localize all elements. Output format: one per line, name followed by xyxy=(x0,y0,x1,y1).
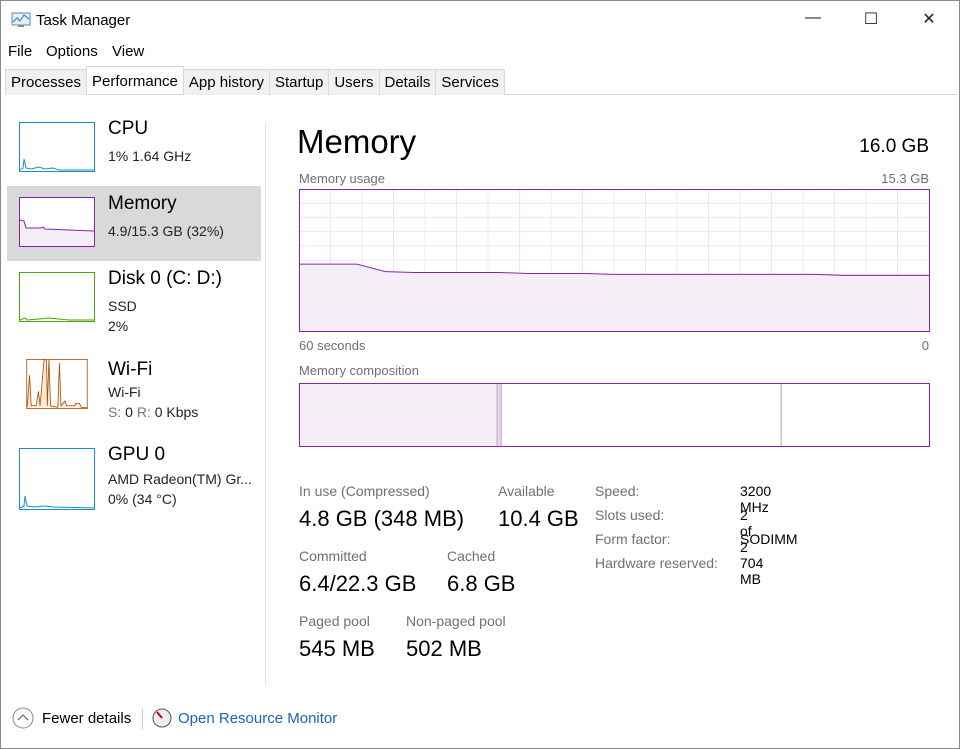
tab-startup[interactable]: Startup xyxy=(268,69,330,95)
gpu-thumbnail-graph xyxy=(19,448,95,510)
sidebar-gpu-name: GPU 0 xyxy=(108,444,166,465)
sidebar-gpu-model: AMD Radeon(TM) Gr... xyxy=(108,471,252,487)
spec-row-slots: Slots used: 2 of 2 xyxy=(595,507,752,555)
usage-chart-label: Memory usage xyxy=(299,171,385,186)
receive-label: R: xyxy=(136,404,151,420)
tab-app-history[interactable]: App history xyxy=(182,69,270,95)
tab-performance[interactable]: Performance xyxy=(86,66,184,94)
sidebar-gpu-usage: 0% (34 °C) xyxy=(108,491,177,507)
total-memory: 16.0 GB xyxy=(859,136,929,157)
close-button[interactable]: ✕ xyxy=(909,9,949,29)
nonpaged-pool-label: Non-paged pool xyxy=(406,613,506,629)
sidebar-disk-usage: 2% xyxy=(108,318,129,334)
cpu-thumbnail-graph xyxy=(19,122,95,172)
time-axis-left: 60 seconds xyxy=(299,338,366,353)
window-title: Task Manager xyxy=(36,12,131,29)
in-use-label: In use (Compressed) xyxy=(299,483,430,499)
panel-divider xyxy=(265,123,266,685)
tab-users[interactable]: Users xyxy=(328,69,380,95)
sidebar-cpu-name: CPU xyxy=(108,118,149,139)
wifi-thumbnail-graph xyxy=(19,359,95,409)
paged-pool-label: Paged pool xyxy=(299,613,370,629)
spec-label: Speed: xyxy=(595,483,640,499)
fewer-details-label: Fewer details xyxy=(42,709,132,727)
spec-value: 704 MB xyxy=(740,555,764,587)
menu-view[interactable]: View xyxy=(112,43,144,60)
send-label: S: xyxy=(108,404,122,420)
cached-label: Cached xyxy=(447,548,496,564)
composition-in-use xyxy=(299,383,498,447)
minimize-button[interactable]: — xyxy=(793,9,833,27)
page-title: Memory xyxy=(297,123,417,160)
available-value: 10.4 GB xyxy=(498,506,579,531)
nonpaged-pool-value: 502 MB xyxy=(406,636,482,661)
spec-row-form-factor: Form factor: SODIMM xyxy=(595,531,798,555)
tab-services[interactable]: Services xyxy=(435,69,505,95)
sidebar-item-cpu[interactable]: CPU 1% 1.64 GHz xyxy=(7,111,261,186)
spec-value: SODIMM xyxy=(740,531,798,547)
composition-label: Memory composition xyxy=(299,363,419,378)
menu-file[interactable]: File xyxy=(8,43,32,60)
chevron-up-circle-icon xyxy=(12,707,34,729)
sidebar-disk-name: Disk 0 (C: D:) xyxy=(108,268,222,289)
spec-table: Speed: 3200 MHz Slots used: 2 of 2 Form fa… xyxy=(595,483,798,587)
resource-monitor-icon xyxy=(152,708,172,728)
memory-thumbnail-graph xyxy=(19,197,95,247)
tab-processes[interactable]: Processes xyxy=(5,69,88,95)
spec-row-speed: Speed: 3200 MHz xyxy=(595,483,771,515)
disk-thumbnail-graph xyxy=(19,272,95,322)
committed-value: 6.4/22.3 GB xyxy=(299,571,417,596)
open-resource-monitor-link[interactable]: Open Resource Monitor xyxy=(152,708,337,728)
sidebar-wifi-throughput: S: 0 R: 0 Kbps xyxy=(108,404,198,420)
tab-bar: Processes Performance App history Startu… xyxy=(5,66,957,95)
composition-standby xyxy=(500,383,782,447)
composition-free xyxy=(780,383,930,447)
composition-modified xyxy=(496,383,502,447)
sidebar-memory-name: Memory xyxy=(108,193,177,214)
fewer-details-button[interactable]: Fewer details xyxy=(12,707,131,729)
usage-chart-max: 15.3 GB xyxy=(881,171,929,186)
sidebar-wifi-name: Wi-Fi xyxy=(108,359,153,380)
spec-row-hardware-reserved: Hardware reserved: 704 MB xyxy=(595,555,763,587)
receive-value: 0 Kbps xyxy=(154,404,199,420)
cached-value: 6.8 GB xyxy=(447,571,516,596)
memory-composition-bar xyxy=(299,383,930,447)
memory-usage-chart xyxy=(299,189,930,332)
spec-label: Slots used: xyxy=(595,507,665,523)
title-bar: Task Manager — ☐ ✕ xyxy=(1,1,959,39)
menu-options[interactable]: Options xyxy=(46,43,98,60)
send-value: 0 xyxy=(125,404,133,420)
sidebar-cpu-usage: 1% 1.64 GHz xyxy=(108,148,192,164)
tab-details[interactable]: Details xyxy=(378,69,437,95)
time-axis-right: 0 xyxy=(921,338,929,353)
sidebar-item-memory[interactable]: Memory 4.9/15.3 GB (32%) xyxy=(7,186,261,261)
in-use-value: 4.8 GB (348 MB) xyxy=(299,506,465,531)
footer-divider xyxy=(142,709,143,729)
available-label: Available xyxy=(498,483,555,499)
maximize-button[interactable]: ☐ xyxy=(851,9,891,29)
sidebar-wifi-adapter: Wi-Fi xyxy=(108,384,141,400)
task-manager-icon xyxy=(11,12,31,27)
open-resource-monitor-label: Open Resource Monitor xyxy=(178,709,338,727)
spec-label: Form factor: xyxy=(595,531,671,547)
sidebar-disk-type: SSD xyxy=(108,298,137,314)
committed-label: Committed xyxy=(299,548,367,564)
sidebar-item-wifi[interactable]: Wi-Fi Wi-Fi S: 0 R: 0 Kbps xyxy=(7,359,261,434)
sidebar-item-gpu[interactable]: GPU 0 AMD Radeon(TM) Gr... 0% (34 °C) xyxy=(7,437,261,512)
sidebar-memory-usage: 4.9/15.3 GB (32%) xyxy=(108,223,224,239)
spec-label: Hardware reserved: xyxy=(595,555,718,571)
sidebar-item-disk[interactable]: Disk 0 (C: D:) SSD 2% xyxy=(7,261,261,336)
paged-pool-value: 545 MB xyxy=(299,636,375,661)
